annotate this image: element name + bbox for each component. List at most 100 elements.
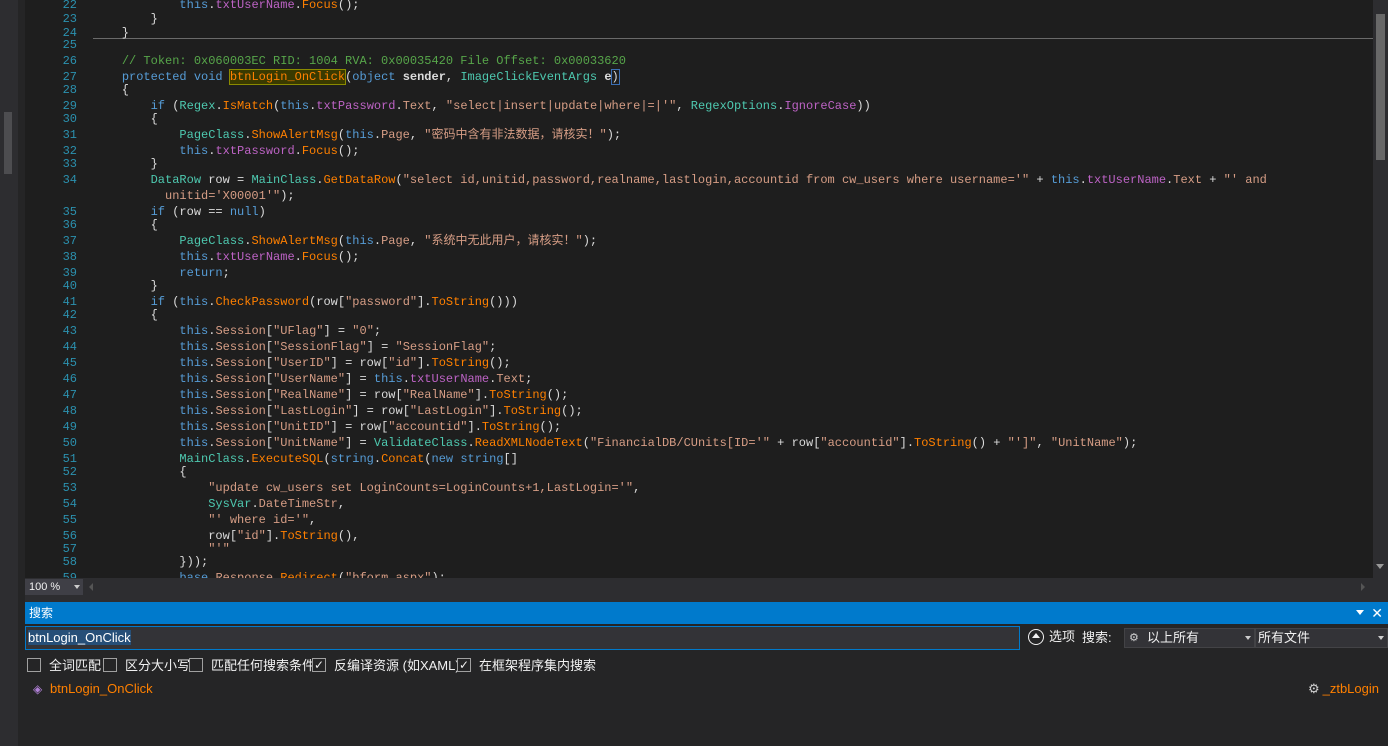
code-text: DataRow row = MainClass.GetDataRow("sele… [150, 173, 1267, 187]
checkbox-box[interactable]: ✓ [312, 658, 326, 672]
line-number: 34 [62, 173, 77, 187]
code-editor[interactable]: 22 this.txtUserName.Focus(); 23 } 24 } 25 26… [25, 0, 1373, 578]
code-text: this.Session["LastLogin"] = row["LastLog… [179, 404, 583, 418]
code-text: this.Session["UnitName"] = ValidateClass… [179, 436, 1138, 450]
line-number: 31 [62, 128, 77, 142]
code-text: { [93, 112, 158, 126]
panel-menu-chevron-icon[interactable] [1356, 610, 1364, 615]
search-result-row[interactable]: ◈ btnLogin_OnClick ⚙ _ztbLogin [25, 680, 1388, 698]
code-line[interactable]: 54 SysVar.DateTimeStr, [25, 496, 1373, 512]
code-text: base.Response.Redirect("bform.aspx"); [179, 571, 446, 578]
checkbox-label: 在框架程序集内搜索 [479, 658, 597, 673]
code-line[interactable]: 31 PageClass.ShowAlertMsg(this.Page, "密码… [25, 127, 1373, 143]
line-number: 26 [62, 54, 77, 68]
line-number: 42 [62, 308, 77, 322]
code-line[interactable]: 43 this.Session["UFlag"] = "0"; [25, 323, 1373, 339]
search-scope-dropdown[interactable]: ⚙ 以上所有 [1124, 628, 1255, 648]
code-text: unitid='X00001'"); [165, 189, 295, 203]
search-scope-value: 以上所有 [1147, 630, 1200, 645]
zoom-level: 100 % [29, 581, 61, 593]
code-line[interactable]: 48 this.Session["LastLogin"] = row["Last… [25, 403, 1373, 419]
code-line[interactable]: 49 this.Session["UnitID"] = row["account… [25, 419, 1373, 435]
code-line[interactable]: 59 base.Response.Redirect("bform.aspx"); [25, 570, 1373, 578]
code-text: } [93, 279, 158, 293]
code-line[interactable]: 58 })); [25, 554, 1373, 570]
close-icon[interactable]: ✕ [1371, 602, 1383, 624]
code-line[interactable]: 55 "' where id='", [25, 512, 1373, 528]
code-line[interactable]: 47 this.Session["RealName"] = row["RealN… [25, 387, 1373, 403]
code-line[interactable]: 33 } [25, 156, 1373, 172]
code-line[interactable]: 53 "update cw_users set LoginCounts=Logi… [25, 480, 1373, 496]
code-text: PageClass.ShowAlertMsg(this.Page, "密码中含有… [179, 128, 622, 142]
code-text: this.Session["UserName"] = this.txtUserN… [179, 372, 533, 386]
left-dock-strip [0, 0, 18, 746]
code-text: PageClass.ShowAlertMsg(this.Page, "系统中无此… [179, 234, 598, 248]
code-line[interactable]: 37 PageClass.ShowAlertMsg(this.Page, "系统… [25, 233, 1373, 249]
code-text: })); [93, 555, 209, 569]
line-number: 55 [62, 513, 77, 527]
checkbox-box[interactable] [103, 658, 117, 672]
method-icon: ◈ [33, 682, 43, 696]
search-panel-titlebar: 搜索 ✕ [25, 602, 1388, 624]
code-text: "update cw_users set LoginCounts=LoginCo… [208, 481, 641, 495]
left-dock-edge [18, 0, 25, 746]
code-text: this.Session["RealName"] = row["RealName… [179, 388, 569, 402]
scroll-right-arrow-icon[interactable] [1361, 583, 1365, 591]
line-number: 37 [62, 234, 77, 248]
vertical-scroll-thumb[interactable] [1376, 14, 1385, 160]
class-icon: ⚙ [1307, 681, 1320, 696]
code-line[interactable]: 45 this.Session["UserID"] = row["id"].To… [25, 355, 1373, 371]
line-number: 59 [62, 571, 77, 578]
search-input[interactable]: btnLogin_OnClick [25, 626, 1020, 650]
line-number: 47 [62, 388, 77, 402]
code-text: // Token: 0x060003EC RID: 1004 RVA: 0x00… [121, 54, 626, 68]
line-number: 53 [62, 481, 77, 495]
line-number: 33 [62, 157, 77, 171]
options-label: 选项 [1049, 629, 1076, 644]
editor-vertical-scrollbar[interactable] [1373, 0, 1388, 578]
line-number: 38 [62, 250, 77, 264]
line-number: 25 [62, 38, 77, 52]
code-text: { [93, 83, 130, 97]
code-line[interactable]: 42 { [25, 307, 1373, 323]
code-text: SysVar.DateTimeStr, [208, 497, 346, 511]
editor-status-row: 100 % [25, 578, 1388, 596]
line-number: 50 [62, 436, 77, 450]
line-number: 43 [62, 324, 77, 338]
checkbox-box[interactable]: ✓ [457, 658, 471, 672]
code-line[interactable]: 36 { [25, 217, 1373, 233]
search-scope-label: 搜索: [1082, 630, 1112, 645]
code-line[interactable]: 46 this.Session["UserName"] = this.txtUs… [25, 371, 1373, 387]
code-line[interactable]: 30 { [25, 111, 1373, 127]
file-scope-dropdown[interactable]: 所有文件 [1255, 628, 1388, 648]
code-line[interactable]: 44 this.Session["SessionFlag"] = "Sessio… [25, 339, 1373, 355]
checkbox-box[interactable] [189, 658, 203, 672]
code-text: this.txtUserName.Focus(); [179, 250, 360, 264]
result-assembly: ⚙ _ztbLogin [1308, 680, 1379, 698]
scroll-down-arrow-icon[interactable] [1376, 564, 1384, 569]
checkbox-box[interactable] [27, 658, 41, 672]
chevron-down-icon [1245, 636, 1251, 640]
zoom-chevron-down-icon [74, 585, 80, 589]
line-number: 28 [62, 83, 77, 97]
left-dock-scroll-thumb[interactable] [4, 112, 12, 174]
chevron-up-circle-icon [1028, 629, 1044, 645]
code-line[interactable]: 52 { [25, 464, 1373, 480]
line-number: 54 [62, 497, 77, 511]
code-line[interactable]: unitid='X00001'"); [25, 188, 1373, 204]
code-line[interactable]: 26 // Token: 0x060003EC RID: 1004 RVA: 0… [25, 53, 1373, 69]
code-line[interactable]: 50 this.Session["UnitName"] = ValidateCl… [25, 435, 1373, 451]
code-line[interactable]: 25 [25, 37, 1373, 53]
line-number: 30 [62, 112, 77, 126]
result-member-name: btnLogin_OnClick [50, 681, 153, 696]
code-line[interactable]: 28 { [25, 82, 1373, 98]
checkbox-label: 区分大小写 [125, 658, 191, 673]
scroll-left-arrow-icon[interactable] [89, 583, 93, 591]
code-line[interactable]: 34 DataRow row = MainClass.GetDataRow("s… [25, 172, 1373, 188]
line-number: 49 [62, 420, 77, 434]
code-line[interactable]: 40 } [25, 278, 1373, 294]
search-query-text: btnLogin_OnClick [28, 630, 131, 645]
code-line[interactable]: 38 this.txtUserName.Focus(); [25, 249, 1373, 265]
code-text: this.Session["UserID"] = row["id"].ToStr… [179, 356, 511, 370]
zoom-dropdown[interactable]: 100 % [25, 579, 83, 595]
